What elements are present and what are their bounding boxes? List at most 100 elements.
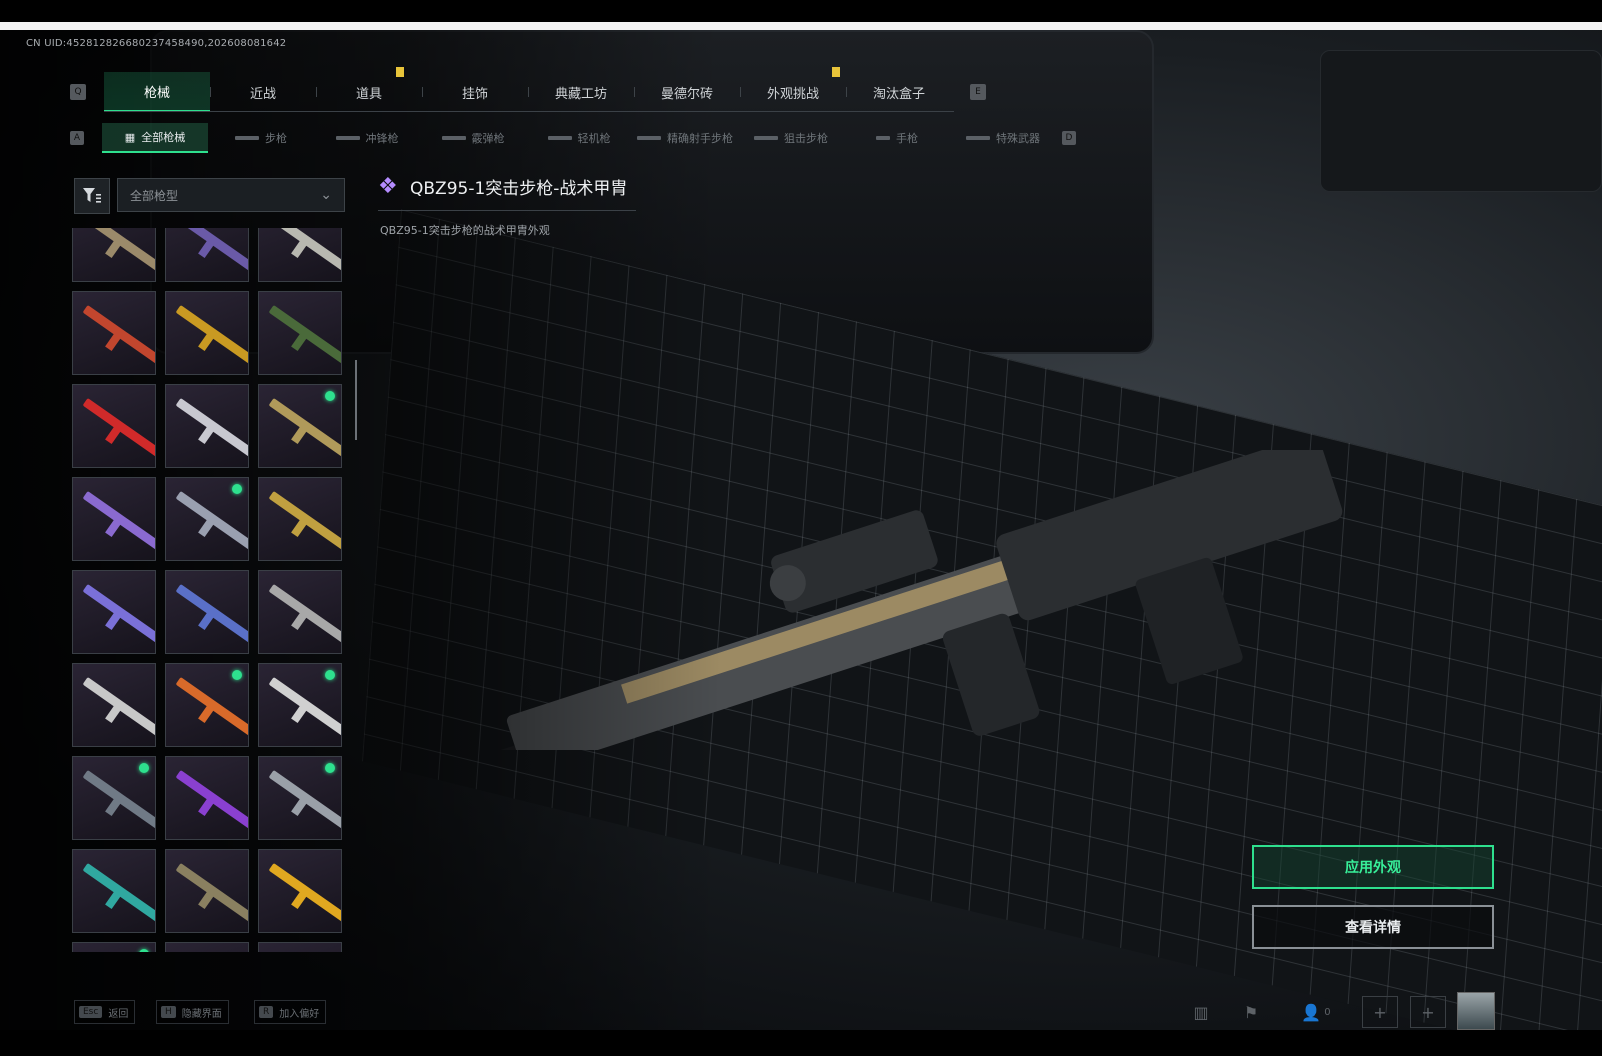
subtab-label: 霰弹枪 — [471, 132, 505, 145]
skin-tile[interactable] — [165, 849, 249, 933]
skin-tile[interactable] — [258, 756, 342, 840]
skin-tile[interactable] — [258, 228, 342, 282]
party-icon[interactable]: 👤 0 — [1296, 1000, 1336, 1024]
view-details-button[interactable]: 查看详情 — [1252, 905, 1494, 949]
sniper-icon — [754, 136, 778, 140]
new-badge — [832, 67, 840, 77]
apply-skin-button[interactable]: 应用外观 — [1252, 845, 1494, 889]
tab-prev-key[interactable]: Q — [70, 84, 86, 100]
skin-thumbnail — [82, 398, 155, 457]
special-weapon-icon — [966, 136, 990, 140]
subtab-lmg[interactable]: 轻机枪 — [526, 124, 632, 152]
subtab-label: 手枪 — [896, 132, 918, 145]
tab-next-key[interactable]: E — [970, 84, 986, 100]
skin-grid-list — [72, 228, 342, 952]
skin-tile[interactable] — [165, 942, 249, 952]
letterbox-bottom — [0, 1030, 1602, 1056]
equipped-indicator — [139, 763, 149, 773]
hint-hide-ui[interactable]: H 隐藏界面 — [156, 1000, 229, 1024]
subtab-label: 步枪 — [265, 132, 287, 145]
skin-thumbnail — [268, 863, 341, 922]
subtab-special[interactable]: 特殊武器 — [950, 124, 1056, 152]
tab-label: 道具 — [355, 86, 382, 102]
title-divider — [378, 210, 636, 211]
skin-thumbnail — [175, 770, 248, 829]
tab-elimination-box[interactable]: 淘汰盒子 — [846, 73, 952, 111]
avatar[interactable] — [1457, 992, 1495, 1030]
invite-slot-button[interactable]: + — [1410, 996, 1446, 1028]
skin-thumbnail — [268, 770, 341, 829]
tab-workshop[interactable]: 典藏工坊 — [528, 73, 634, 111]
skin-tile[interactable] — [72, 756, 156, 840]
tab-mandel-brick[interactable]: 曼德尔砖 — [634, 73, 740, 111]
subtab-smg[interactable]: 冲锋枪 — [314, 124, 420, 152]
subtab-next-key[interactable]: D — [1062, 131, 1076, 145]
skin-thumbnail — [82, 584, 155, 643]
tab-items[interactable]: 道具 — [316, 67, 422, 111]
filter-icon — [83, 188, 101, 203]
dropdown-value: 全部枪型 — [130, 188, 179, 203]
skin-tile[interactable] — [165, 228, 249, 282]
subtab-shotguns[interactable]: 霰弹枪 — [420, 124, 526, 152]
subtab-sniper[interactable]: 狙击步枪 — [738, 124, 844, 152]
equipped-indicator — [139, 949, 149, 952]
gun-type-dropdown[interactable]: 全部枪型 ⌄ — [117, 178, 345, 212]
subtab-label: 特殊武器 — [996, 132, 1040, 145]
subtab-prev-key[interactable]: A — [70, 131, 84, 145]
skin-tile[interactable] — [165, 384, 249, 468]
stats-icon[interactable]: ▥ — [1186, 1000, 1216, 1024]
skin-tile[interactable] — [258, 942, 342, 952]
subtab-pistols[interactable]: 手枪 — [844, 124, 950, 152]
skin-tile[interactable] — [165, 756, 249, 840]
skin-tile[interactable] — [258, 849, 342, 933]
subtab-all-guns[interactable]: ▦ 全部枪械 — [102, 123, 208, 153]
flag-icon[interactable]: ⚑ — [1236, 1000, 1266, 1024]
smg-icon — [335, 136, 360, 140]
subtab-rifles[interactable]: 步枪 — [208, 124, 314, 152]
weapon-title: QBZ95-1突击步枪-战术甲胄 — [410, 179, 628, 199]
skin-thumbnail — [268, 305, 341, 364]
tab-divider — [104, 111, 954, 112]
hint-label: 加入偏好 — [279, 1008, 320, 1020]
skin-tile[interactable] — [258, 384, 342, 468]
marksman-icon — [637, 136, 661, 140]
subtab-label: 全部枪械 — [141, 131, 186, 144]
hint-back[interactable]: Esc 返回 — [74, 1000, 136, 1024]
filter-button[interactable] — [74, 178, 110, 214]
skin-tile[interactable] — [258, 663, 342, 747]
skin-thumbnail — [268, 398, 341, 457]
equipped-indicator — [325, 763, 335, 773]
skin-tile[interactable] — [72, 849, 156, 933]
skin-tile[interactable] — [165, 570, 249, 654]
skin-tile[interactable] — [72, 570, 156, 654]
tab-charms[interactable]: 挂饰 — [422, 73, 528, 111]
subtab-marksman[interactable]: 精确射手步枪 — [632, 124, 738, 152]
skin-tile[interactable] — [72, 291, 156, 375]
invite-slot-button[interactable]: + — [1362, 996, 1398, 1028]
skin-tile[interactable] — [258, 291, 342, 375]
skin-tile[interactable] — [72, 228, 156, 282]
skin-thumbnail — [175, 398, 248, 457]
skin-thumbnail — [82, 491, 155, 550]
rarity-diamond-icon: ❖ — [378, 173, 398, 199]
skin-tile[interactable] — [72, 477, 156, 561]
skin-tile[interactable] — [258, 477, 342, 561]
skin-tile[interactable] — [165, 291, 249, 375]
tab-skin-challenges[interactable]: 外观挑战 — [740, 67, 846, 111]
skin-tile[interactable] — [165, 663, 249, 747]
skin-thumbnail — [175, 677, 248, 736]
tab-label: 外观挑战 — [766, 86, 819, 102]
skin-tile[interactable] — [72, 942, 156, 952]
skin-tile[interactable] — [72, 384, 156, 468]
lmg-icon — [547, 136, 572, 140]
grid-scrollbar[interactable] — [355, 360, 357, 440]
party-count: 0 — [1324, 1006, 1331, 1018]
hint-add-favorite[interactable]: R 加入偏好 — [254, 1000, 327, 1024]
skin-tile[interactable] — [258, 570, 342, 654]
chevron-down-icon: ⌄ — [320, 187, 332, 203]
weapon-description: QBZ95-1突击步枪的战术甲胄外观 — [380, 224, 550, 237]
tab-melee[interactable]: 近战 — [210, 73, 316, 111]
skin-tile[interactable] — [72, 663, 156, 747]
skin-tile[interactable] — [165, 477, 249, 561]
tab-guns[interactable]: 枪械 — [104, 72, 210, 112]
